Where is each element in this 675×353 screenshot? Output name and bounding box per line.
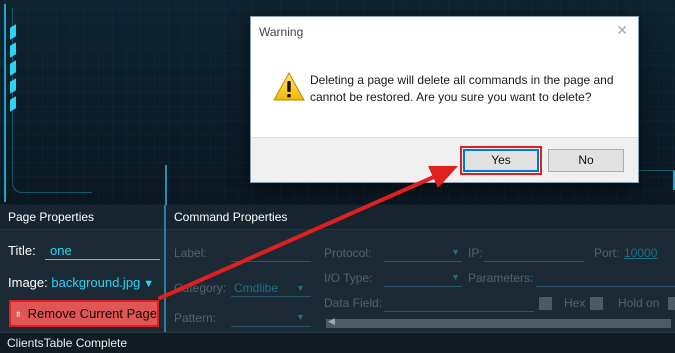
data-field-checkbox[interactable] bbox=[539, 297, 552, 310]
status-bar: ClientsTable Complete bbox=[0, 332, 675, 353]
canvas-frame-curve bbox=[12, 8, 92, 193]
hold-on-checkbox[interactable] bbox=[668, 297, 675, 310]
horizontal-scrollbar[interactable]: ◀ bbox=[326, 316, 671, 328]
category-value[interactable]: Cmdlibe bbox=[234, 281, 278, 295]
image-select[interactable]: background.jpg ▼ bbox=[51, 275, 154, 290]
category-label: Category: bbox=[174, 281, 227, 295]
trash-icon bbox=[16, 311, 21, 317]
label-input[interactable] bbox=[231, 261, 311, 262]
data-field-label: Data Field: bbox=[324, 296, 383, 310]
label-label: Label: bbox=[174, 246, 207, 260]
canvas-divider-line bbox=[165, 165, 167, 205]
title-value: one bbox=[50, 243, 72, 258]
remove-current-page-button[interactable]: Remove Current Page bbox=[9, 300, 159, 327]
remove-current-page-label: Remove Current Page bbox=[27, 306, 157, 321]
hex-checkbox[interactable] bbox=[590, 297, 603, 310]
data-field-input[interactable] bbox=[384, 311, 534, 312]
command-properties-header: Command Properties bbox=[166, 205, 675, 230]
title-label: Title: bbox=[8, 243, 36, 258]
image-value: background.jpg bbox=[51, 275, 141, 290]
protocol-label: Protocol: bbox=[324, 246, 372, 260]
io-type-select-underline[interactable] bbox=[384, 286, 462, 287]
pattern-label: Pattern: bbox=[174, 311, 217, 325]
chevron-down-icon[interactable]: ▼ bbox=[451, 272, 460, 282]
hex-label: Hex bbox=[564, 296, 586, 310]
image-label: Image: bbox=[8, 275, 48, 290]
title-input[interactable]: one bbox=[45, 240, 160, 260]
hold-on-label: Hold on bbox=[618, 296, 660, 310]
ip-input[interactable] bbox=[484, 261, 584, 262]
page-properties-panel: Page Properties Title: one Image: backgr… bbox=[0, 205, 166, 332]
image-row: Image: background.jpg ▼ bbox=[8, 275, 154, 290]
yes-highlight-box bbox=[460, 146, 542, 175]
ip-label: IP: bbox=[468, 246, 483, 260]
chevron-down-icon[interactable]: ▼ bbox=[143, 278, 154, 290]
close-icon[interactable]: ✕ bbox=[616, 22, 628, 39]
parameters-label: Parameters: bbox=[468, 271, 534, 285]
dialog-title: Warning bbox=[259, 25, 304, 39]
warning-icon bbox=[273, 72, 305, 101]
dialog-message: Deleting a page will delete all commands… bbox=[310, 73, 614, 104]
parameters-input[interactable] bbox=[536, 286, 675, 287]
io-type-label: I/O Type: bbox=[324, 271, 373, 285]
pattern-select-underline[interactable] bbox=[231, 326, 311, 327]
chevron-down-icon[interactable]: ▼ bbox=[296, 312, 305, 322]
scroll-left-icon[interactable]: ◀ bbox=[328, 316, 335, 327]
no-button[interactable]: No bbox=[548, 149, 624, 172]
command-properties-panel: Command Properties Label: Category: Cmdl… bbox=[166, 205, 675, 332]
page-properties-header: Page Properties bbox=[0, 205, 164, 230]
chevron-down-icon[interactable]: ▼ bbox=[296, 283, 305, 293]
protocol-select-underline[interactable] bbox=[384, 261, 462, 262]
chevron-down-icon[interactable]: ▼ bbox=[451, 247, 460, 257]
port-label: Port: bbox=[594, 246, 620, 260]
dialog-footer: Yes No bbox=[251, 137, 638, 182]
warning-dialog: Warning ✕ Deleting a page will delete al… bbox=[250, 16, 639, 183]
category-select-underline bbox=[231, 296, 311, 297]
port-input[interactable]: 10000 bbox=[624, 246, 657, 260]
